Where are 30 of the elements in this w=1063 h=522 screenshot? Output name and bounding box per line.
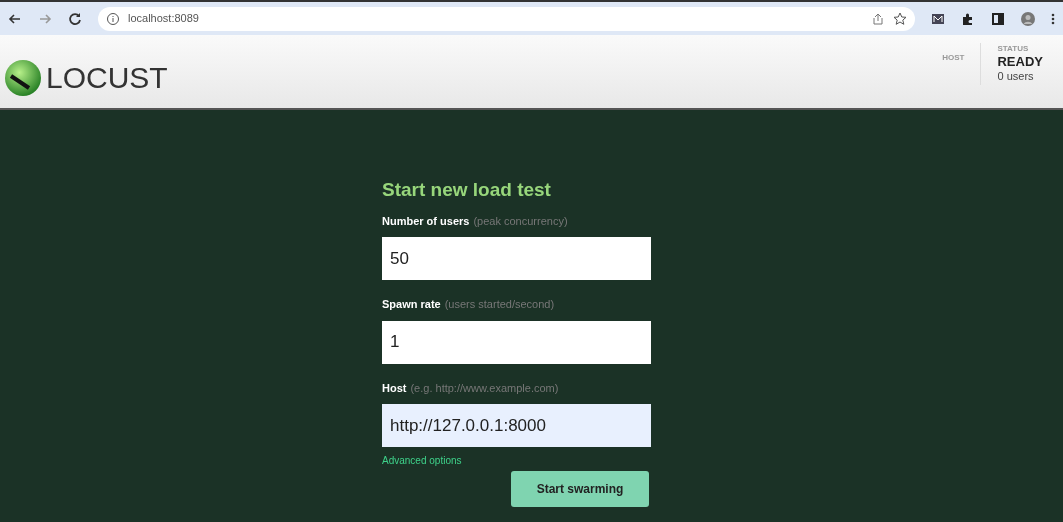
menu-icon[interactable] xyxy=(1051,11,1055,26)
input-field[interactable]: 50 xyxy=(382,237,651,280)
puzzle-icon[interactable] xyxy=(961,11,975,26)
start-swarming-button[interactable]: Start swarming xyxy=(511,471,649,507)
sidebar-icon[interactable] xyxy=(991,11,1005,26)
status-value: READY xyxy=(997,55,1043,68)
info-icon xyxy=(106,11,120,26)
field-label: Host xyxy=(382,380,407,396)
logo-text: LOCUST xyxy=(46,60,168,96)
star-icon[interactable] xyxy=(893,11,907,26)
back-icon[interactable] xyxy=(8,11,22,26)
input-field[interactable]: http://127.0.0.1:8000 xyxy=(382,404,651,447)
advanced-options-link[interactable]: Advanced options xyxy=(382,453,462,468)
url-text: localhost:8089 xyxy=(128,11,199,27)
host-label: HOST xyxy=(942,53,965,62)
field-hint: (peak concurrency) xyxy=(473,213,568,229)
field-label: Number of users xyxy=(382,213,470,229)
user-count: 0 users xyxy=(997,69,1035,84)
share-icon[interactable] xyxy=(871,11,885,26)
address-bar[interactable]: localhost:8089 xyxy=(98,6,915,31)
status-label: STATUS xyxy=(997,43,1030,55)
extension-icon[interactable] xyxy=(931,11,945,26)
field-label: Spawn rate xyxy=(382,297,441,312)
avatar-icon[interactable] xyxy=(1021,11,1035,26)
reload-icon[interactable] xyxy=(68,11,82,26)
field-hint: (e.g. http://www.example.com) xyxy=(410,380,559,396)
input-field[interactable]: 1 xyxy=(382,320,651,364)
field-hint: (users started/second) xyxy=(444,297,555,312)
form-title: Start new load test xyxy=(382,178,552,202)
logo-icon xyxy=(4,58,42,97)
